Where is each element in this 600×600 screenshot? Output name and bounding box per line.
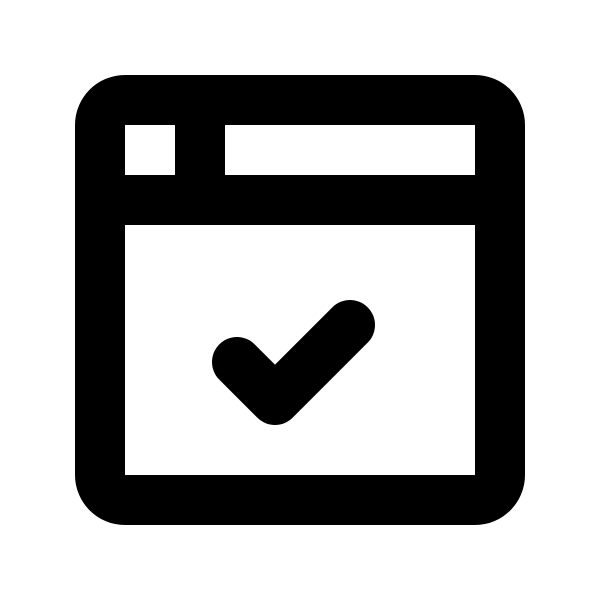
browser-window-check-icon (75, 75, 525, 525)
window-frame-icon (75, 75, 525, 525)
check-icon (212, 300, 375, 425)
icon-canvas (0, 0, 600, 600)
